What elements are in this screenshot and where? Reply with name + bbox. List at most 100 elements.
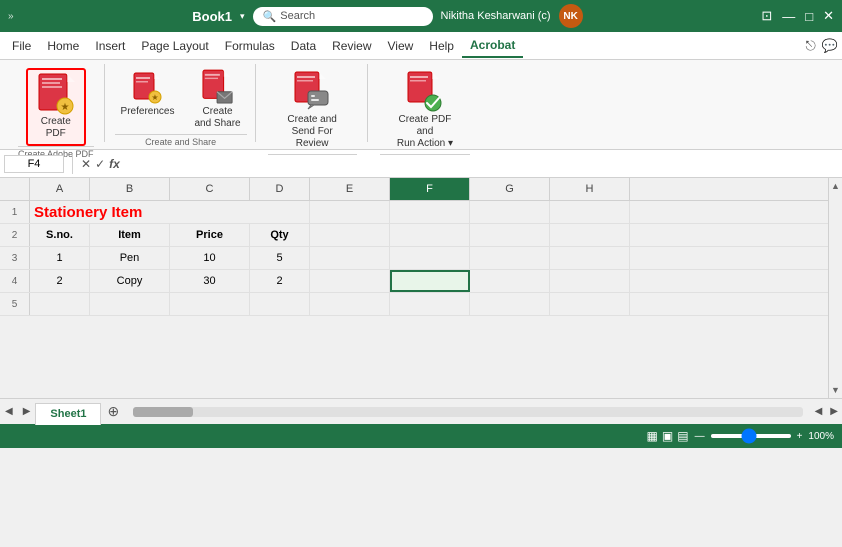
zoom-slider[interactable]	[711, 434, 791, 438]
tab-nav-right[interactable]: ▶	[18, 406, 36, 417]
cell-a4[interactable]: 2	[30, 270, 90, 292]
confirm-formula-icon[interactable]: ✓	[95, 157, 105, 171]
cell-h2[interactable]	[550, 224, 630, 246]
menu-review[interactable]: Review	[324, 35, 379, 57]
cell-h3[interactable]	[550, 247, 630, 269]
row-number-3[interactable]: 3	[0, 247, 30, 269]
cell-a5[interactable]	[30, 293, 90, 315]
quick-access-arrows[interactable]: »	[8, 11, 14, 22]
cell-c5[interactable]	[170, 293, 250, 315]
col-header-g[interactable]: G	[470, 178, 550, 200]
cell-c4[interactable]: 30	[170, 270, 250, 292]
col-header-f[interactable]: F	[390, 178, 470, 200]
page-layout-view-icon[interactable]: ▣	[662, 429, 673, 443]
menu-file[interactable]: File	[4, 35, 39, 57]
col-header-c[interactable]: C	[170, 178, 250, 200]
cell-b4[interactable]: Copy	[90, 270, 170, 292]
cell-g2[interactable]	[470, 224, 550, 246]
zoom-minus-icon[interactable]: —	[695, 431, 705, 442]
cell-f1[interactable]	[390, 201, 470, 223]
menu-insert[interactable]: Insert	[87, 35, 133, 57]
col-header-d[interactable]: D	[250, 178, 310, 200]
cell-g1[interactable]	[470, 201, 550, 223]
search-icon: 🔍	[263, 10, 277, 23]
cell-d3[interactable]: 5	[250, 247, 310, 269]
scroll-track[interactable]	[829, 194, 842, 382]
cell-g4[interactable]	[470, 270, 550, 292]
run-action-button[interactable]: Create PDF andRun Action ▾	[390, 68, 460, 154]
search-box[interactable]: 🔍 Search	[253, 7, 433, 26]
cell-f4[interactable]	[390, 270, 470, 292]
menu-help[interactable]: Help	[421, 35, 462, 57]
cell-d5[interactable]	[250, 293, 310, 315]
cancel-formula-icon[interactable]: ✕	[81, 157, 91, 171]
sheet-tab-sheet1[interactable]: Sheet1	[35, 403, 101, 425]
cell-e5[interactable]	[310, 293, 390, 315]
cell-g3[interactable]	[470, 247, 550, 269]
cell-f5[interactable]	[390, 293, 470, 315]
col-header-e[interactable]: E	[310, 178, 390, 200]
send-review-button[interactable]: Create andSend For Review	[277, 68, 347, 154]
row-number-1[interactable]: 1	[0, 201, 30, 223]
cell-b3[interactable]: Pen	[90, 247, 170, 269]
add-sheet-button[interactable]: ⊕	[101, 403, 125, 420]
menu-view[interactable]: View	[380, 35, 422, 57]
cell-f2[interactable]	[390, 224, 470, 246]
cell-d4[interactable]: 2	[250, 270, 310, 292]
cell-c3[interactable]: 10	[170, 247, 250, 269]
scroll-left-icon[interactable]: ◀	[811, 406, 827, 417]
minimize-icon[interactable]: —	[782, 9, 795, 24]
create-share-button[interactable]: Createand Share	[188, 68, 246, 134]
maximize-icon[interactable]: □	[805, 9, 813, 24]
menu-acrobat[interactable]: Acrobat	[462, 34, 523, 58]
cell-b2[interactable]: Item	[90, 224, 170, 246]
cell-a2[interactable]: S.no.	[30, 224, 90, 246]
scroll-right-icon[interactable]: ▶	[826, 406, 842, 417]
formula-input[interactable]	[124, 155, 838, 173]
close-icon[interactable]: ✕	[823, 8, 834, 24]
col-header-a[interactable]: A	[30, 178, 90, 200]
menu-page-layout[interactable]: Page Layout	[133, 35, 216, 57]
cell-h1[interactable]	[550, 201, 630, 223]
cell-c2[interactable]: Price	[170, 224, 250, 246]
cell-b5[interactable]	[90, 293, 170, 315]
cell-e4[interactable]	[310, 270, 390, 292]
horizontal-scroll-track[interactable]	[133, 407, 802, 417]
row-number-2[interactable]: 2	[0, 224, 30, 246]
menu-data[interactable]: Data	[283, 35, 324, 57]
row-number-4[interactable]: 4	[0, 270, 30, 292]
menu-formulas[interactable]: Formulas	[217, 35, 283, 57]
comment-icon[interactable]: 💬	[822, 38, 838, 54]
tab-nav-left[interactable]: ◀	[0, 406, 18, 417]
cell-d2[interactable]: Qty	[250, 224, 310, 246]
cell-a1[interactable]: Stationery Item	[30, 201, 310, 223]
cell-f3[interactable]	[390, 247, 470, 269]
restore-icon[interactable]: ⊡	[761, 8, 772, 24]
cell-h4[interactable]	[550, 270, 630, 292]
cell-reference-input[interactable]	[4, 155, 64, 173]
cell-a3[interactable]: 1	[30, 247, 90, 269]
scroll-up-arrow[interactable]: ▲	[828, 178, 842, 194]
cell-e2[interactable]	[310, 224, 390, 246]
corner-cell[interactable]	[0, 178, 30, 200]
zoom-plus-icon[interactable]: +	[797, 431, 803, 442]
user-avatar[interactable]: NK	[559, 4, 583, 28]
menu-home[interactable]: Home	[39, 35, 87, 57]
cell-g5[interactable]	[470, 293, 550, 315]
cell-e3[interactable]	[310, 247, 390, 269]
horizontal-scroll-thumb[interactable]	[133, 407, 193, 417]
preferences-button[interactable]: ★ Preferences	[115, 68, 181, 122]
col-header-b[interactable]: B	[90, 178, 170, 200]
cell-h5[interactable]	[550, 293, 630, 315]
page-break-view-icon[interactable]: ▤	[677, 429, 688, 443]
cell-e1[interactable]	[310, 201, 390, 223]
row-number-5[interactable]: 5	[0, 293, 30, 315]
create-pdf-button[interactable]: ★ CreatePDF	[26, 68, 86, 146]
title-chevron-icon[interactable]: ▾	[240, 11, 245, 22]
vertical-scrollbar[interactable]: ▲ ▼	[828, 178, 842, 398]
insert-function-icon[interactable]: fx	[109, 157, 120, 171]
normal-view-icon[interactable]: ▦	[647, 429, 658, 443]
col-header-h[interactable]: H	[550, 178, 630, 200]
scroll-down-arrow[interactable]: ▼	[828, 382, 842, 398]
share-icon[interactable]: ⎋	[806, 38, 816, 54]
